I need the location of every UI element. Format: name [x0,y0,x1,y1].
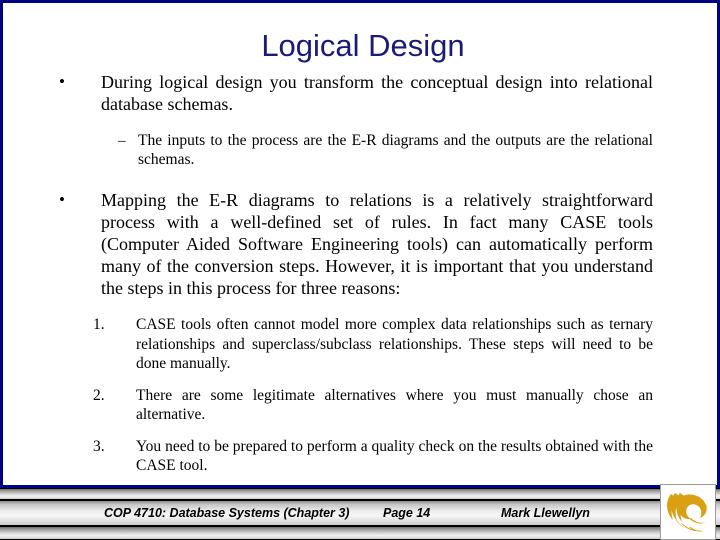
sub-bullet-text-1: The inputs to the process are the E-R di… [138,132,653,168]
numbered-item-2: 2. There are some legitimate alternative… [3,386,720,425]
bullet-icon: • [59,72,65,91]
pegasus-logo [660,484,716,540]
slide-body: • During logical design you transform th… [3,71,720,476]
footer-text-row: COP 4710: Database Systems (Chapter 3) P… [0,500,720,526]
page-title: Logical Design [261,28,465,63]
bullet-text-1: During logical design you transform the … [101,72,653,114]
slide-content-frame: Logical Design • During logical design y… [0,0,720,488]
list-number: 3. [93,437,105,455]
numbered-item-1: 1. CASE tools often cannot model more co… [3,315,720,374]
dash-icon: – [118,133,126,149]
bullet-icon: • [59,190,65,209]
slide-footer: COP 4710: Database Systems (Chapter 3) P… [0,488,720,540]
footer-author-label: Mark Llewellyn [501,506,590,520]
numbered-text-1: CASE tools often cannot model more compl… [136,316,653,372]
bullet-item-2: • Mapping the E-R diagrams to relations … [3,189,720,299]
footer-band-top [0,488,720,500]
list-number: 2. [93,386,105,404]
numbered-text-2: There are some legitimate alternatives w… [136,386,653,424]
footer-page-number: Page 14 [383,506,431,520]
bullet-item-1: • During logical design you transform th… [3,71,720,115]
list-number: 1. [93,316,105,333]
footer-course-label: COP 4710: Database Systems (Chapter 3) [104,506,350,520]
numbered-item-3: 3. You need to be prepared to perform a … [3,437,720,476]
pegasus-logo-icon [667,493,709,532]
numbered-text-3: You need to be prepared to perform a qua… [136,437,653,475]
footer-band-bottom [0,526,720,540]
slide: Logical Design • During logical design y… [0,0,720,540]
bullet-text-2: Mapping the E-R diagrams to relations is… [101,190,653,298]
sub-bullet-item-1: – The inputs to the process are the E-R … [3,131,720,169]
